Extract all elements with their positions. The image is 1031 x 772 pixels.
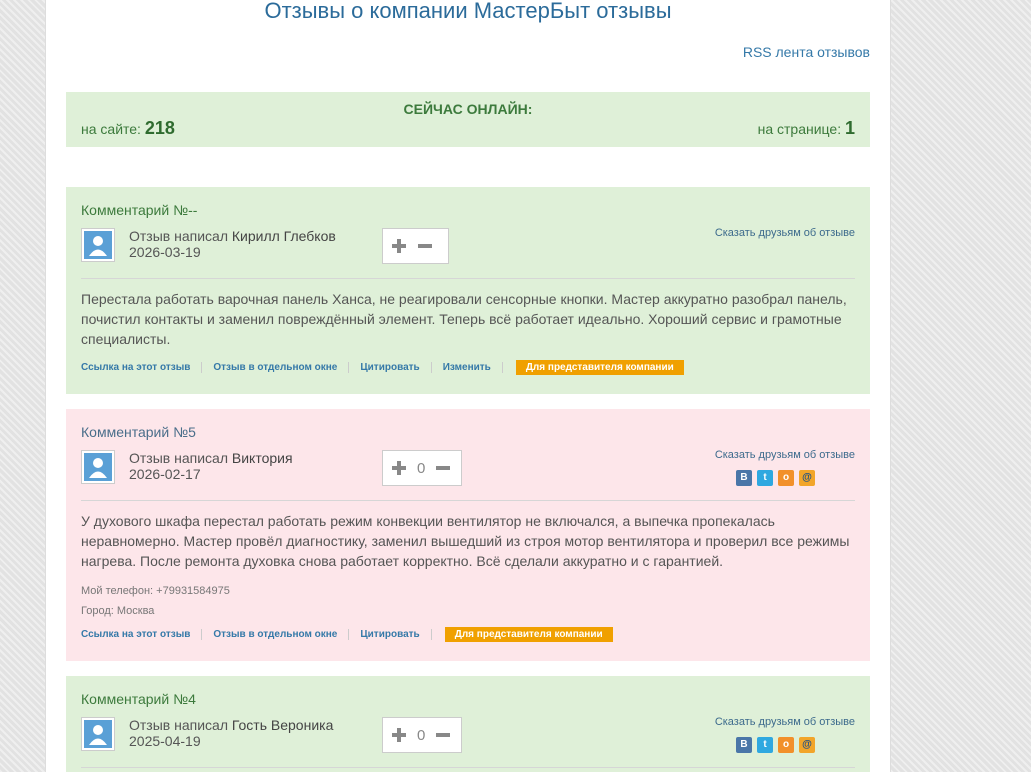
author-phone: Мой телефон: +79931584975 [81, 585, 230, 597]
author-line: Отзыв написал Кирилл Глебков [129, 228, 336, 244]
author-prefix: Отзыв написал [129, 717, 228, 733]
comment-text: Перестала работать варочная панель Ханса… [81, 291, 847, 347]
author-name: Гость Вероника [231, 717, 334, 733]
comment-links: Ссылка на этот отзыв Отзыв в отдельном о… [81, 627, 613, 642]
online-site-label: на сайте: [81, 121, 141, 137]
author-name: Виктория [231, 450, 293, 466]
comment-links: Ссылка на этот отзыв Отзыв в отдельном о… [81, 360, 684, 375]
vote-count: 0 [417, 726, 426, 744]
vk-icon[interactable]: В [736, 737, 752, 753]
online-site-count: 218 [144, 118, 175, 138]
comment-number: Комментарий №-- [81, 202, 198, 218]
company-rep-button[interactable]: Для представителя компании [515, 360, 684, 375]
social-buttons: В t о @ [736, 737, 815, 753]
vote-widget: 0 [382, 717, 462, 753]
mailru-icon[interactable]: @ [799, 737, 815, 753]
odnoklassniki-icon[interactable]: о [778, 470, 794, 486]
author-line: Отзыв написал Гость Вероника [129, 717, 333, 733]
comment-date: 2026-03-19 [129, 244, 201, 260]
share-label[interactable]: Сказать друзьям об отзыве [715, 449, 855, 461]
comment-card: Комментарий №-- Отзыв написал Кирилл Гле… [66, 187, 870, 394]
minus-icon[interactable] [417, 238, 433, 254]
author-line: Отзыв написал Виктория [129, 450, 293, 466]
user-icon [84, 720, 112, 748]
company-rep-wrap: Для представителя компании [430, 627, 613, 642]
user-icon [84, 453, 112, 481]
quote-link[interactable]: Цитировать [348, 629, 430, 640]
comment-number: Комментарий №4 [81, 691, 196, 707]
plus-icon[interactable] [391, 238, 407, 254]
comment-number: Комментарий №5 [81, 424, 196, 440]
open-window-link[interactable]: Отзыв в отдельном окне [201, 362, 348, 373]
comment-card: Комментарий №4 Отзыв написал Гость Верон… [66, 676, 870, 772]
permalink-link[interactable]: Ссылка на этот отзыв [81, 629, 201, 640]
online-site: на сайте: 218 [81, 118, 175, 139]
divider [81, 500, 855, 501]
comment-card: Комментарий №5 Отзыв написал Виктория 20… [66, 409, 870, 661]
online-page-label: на странице: [757, 121, 842, 137]
divider [81, 767, 855, 768]
vote-count: 0 [417, 459, 426, 477]
author-prefix: Отзыв написал [129, 450, 228, 466]
online-panel: СЕЙЧАС ОНЛАЙН: на сайте: 218 на странице… [66, 92, 870, 147]
avatar [81, 450, 115, 484]
online-page: на странице: 1 [758, 118, 855, 139]
company-rep-wrap: Для представителя компании [501, 360, 684, 375]
avatar [81, 717, 115, 751]
author-name: Кирилл Глебков [231, 228, 336, 244]
page-container: Отзывы о компании МастерБыт отзывы RSS л… [45, 0, 891, 772]
share-label[interactable]: Сказать друзьям об отзыве [715, 227, 855, 239]
share-label[interactable]: Сказать друзьям об отзыве [715, 716, 855, 728]
vk-icon[interactable]: В [736, 470, 752, 486]
divider [81, 278, 855, 279]
permalink-link[interactable]: Ссылка на этот отзыв [81, 362, 201, 373]
plus-icon[interactable] [391, 460, 407, 476]
edit-link[interactable]: Изменить [430, 362, 502, 373]
vote-widget [382, 228, 449, 264]
odnoklassniki-icon[interactable]: о [778, 737, 794, 753]
author-city: Город: Москва [81, 605, 155, 617]
mailru-icon[interactable]: @ [799, 470, 815, 486]
twitter-icon[interactable]: t [757, 470, 773, 486]
quote-link[interactable]: Цитировать [348, 362, 430, 373]
vote-widget: 0 [382, 450, 462, 486]
user-icon [84, 231, 112, 259]
author-prefix: Отзыв написал [129, 228, 228, 244]
twitter-icon[interactable]: t [757, 737, 773, 753]
rss-link[interactable]: RSS лента отзывов [743, 44, 870, 60]
online-title: СЕЙЧАС ОНЛАЙН: [403, 101, 533, 117]
avatar [81, 228, 115, 262]
comment-date: 2026-02-17 [129, 466, 201, 482]
company-rep-button[interactable]: Для представителя компании [444, 627, 613, 642]
minus-icon[interactable] [435, 727, 451, 743]
social-buttons: В t о @ [736, 470, 815, 486]
open-window-link[interactable]: Отзыв в отдельном окне [201, 629, 348, 640]
plus-icon[interactable] [391, 727, 407, 743]
minus-icon[interactable] [435, 460, 451, 476]
page-title: Отзывы о компании МастерБыт отзывы [264, 0, 672, 23]
online-page-count: 1 [844, 118, 855, 138]
comment-date: 2025-04-19 [129, 733, 201, 749]
comment-text: У духового шкафа перестал работать режим… [81, 513, 850, 569]
